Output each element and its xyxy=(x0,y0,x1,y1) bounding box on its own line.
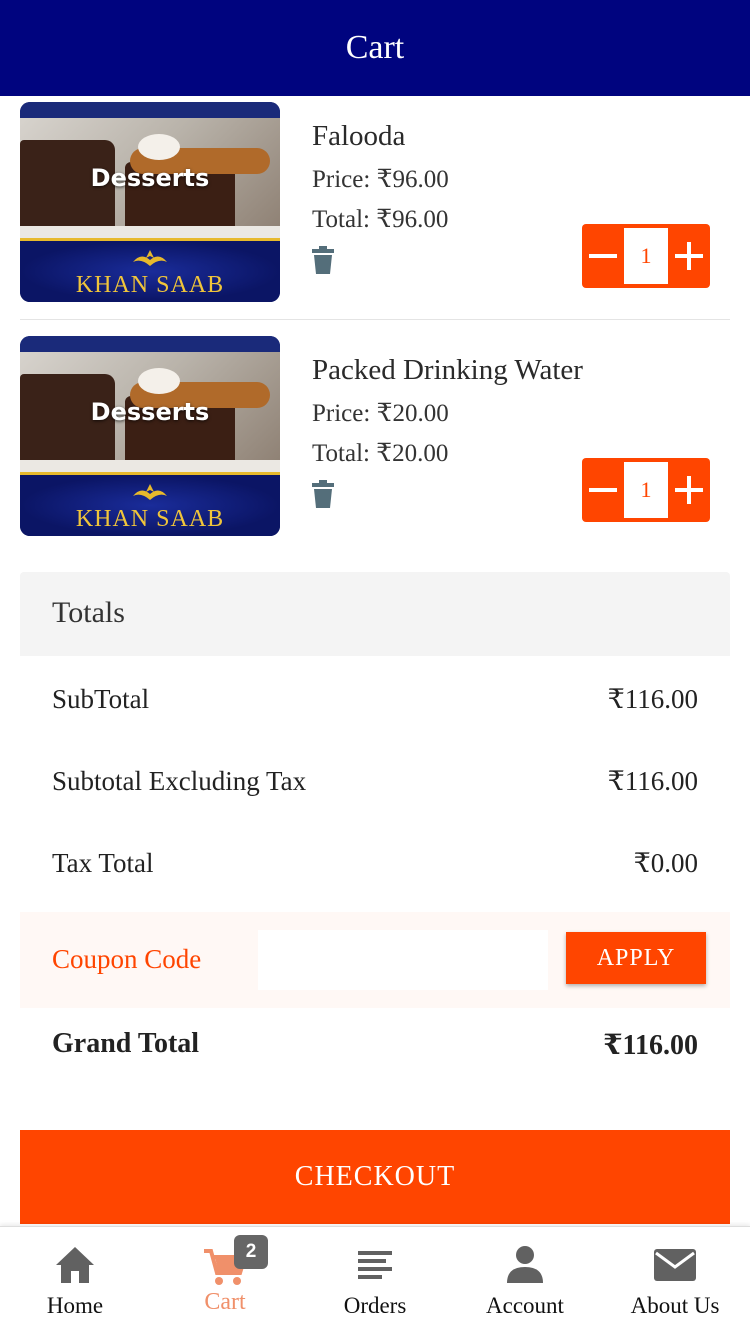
item-price: Price: ₹96.00 xyxy=(312,166,449,193)
trash-icon[interactable] xyxy=(312,246,334,274)
tab-account-label: Account xyxy=(486,1293,564,1318)
totals-header: Totals xyxy=(20,572,730,656)
tab-about-us[interactable]: About Us xyxy=(600,1227,750,1334)
decrease-quantity-button[interactable] xyxy=(582,224,624,288)
grand-total-row: Grand Total ₹116.00 xyxy=(20,1010,730,1092)
subtotal-row: SubTotal ₹116.00 xyxy=(20,666,730,748)
grand-total-label: Grand Total xyxy=(52,1028,200,1059)
plus-icon xyxy=(675,476,703,504)
minus-icon xyxy=(589,254,617,258)
subtotal-label: SubTotal xyxy=(52,684,150,714)
totals-heading: Totals xyxy=(52,596,125,629)
tax-total-row: Tax Total ₹0.00 xyxy=(20,830,730,912)
trash-icon[interactable] xyxy=(312,480,334,508)
plus-icon xyxy=(675,242,703,270)
decrease-quantity-button[interactable] xyxy=(582,458,624,522)
item-name: Falooda xyxy=(312,120,406,152)
brand-logo-text: KHAN SAAB xyxy=(75,506,225,532)
orders-icon xyxy=(358,1251,392,1279)
subtotal-ex-tax-value: ₹116.00 xyxy=(607,766,698,796)
tab-home-label: Home xyxy=(46,1293,104,1318)
app-header: Cart xyxy=(0,0,750,96)
item-total: Total: ₹20.00 xyxy=(312,440,449,467)
product-image: Desserts KHAN SAAB xyxy=(20,102,280,302)
item-divider xyxy=(20,319,730,320)
quantity-value[interactable]: 1 xyxy=(624,228,668,284)
apply-coupon-button[interactable]: APPLY xyxy=(566,932,706,984)
item-price: Price: ₹20.00 xyxy=(312,400,449,427)
item-name: Packed Drinking Water xyxy=(312,354,583,386)
coupon-row: Coupon Code APPLY xyxy=(20,912,730,1008)
crest-icon xyxy=(133,484,167,500)
tab-cart-label: Cart xyxy=(204,1289,246,1315)
brand-logo-text: KHAN SAAB xyxy=(75,272,225,298)
page-title: Cart xyxy=(345,29,405,66)
tax-total-label: Tax Total xyxy=(52,848,154,878)
coupon-code-input[interactable] xyxy=(258,930,548,990)
increase-quantity-button[interactable] xyxy=(668,458,710,522)
image-category-label: Desserts xyxy=(90,398,210,426)
minus-icon xyxy=(589,488,617,492)
tab-orders-label: Orders xyxy=(343,1293,407,1318)
account-icon xyxy=(507,1246,543,1283)
product-image: Desserts KHAN SAAB xyxy=(20,336,280,536)
quantity-stepper: 1 xyxy=(582,458,710,522)
tab-about-us-label: About Us xyxy=(630,1293,720,1318)
subtotal-ex-tax-row: Subtotal Excluding Tax ₹116.00 xyxy=(20,748,730,830)
home-icon xyxy=(56,1247,94,1283)
quantity-value[interactable]: 1 xyxy=(624,462,668,518)
tab-account[interactable]: Account xyxy=(450,1227,600,1334)
tax-total-value: ₹0.00 xyxy=(633,848,698,878)
item-total: Total: ₹96.00 xyxy=(312,206,449,233)
image-category-label: Desserts xyxy=(90,164,210,192)
tab-orders[interactable]: Orders xyxy=(300,1227,450,1334)
grand-total-value: ₹116.00 xyxy=(603,1030,698,1061)
mail-icon xyxy=(654,1249,696,1281)
coupon-label: Coupon Code xyxy=(52,944,202,974)
subtotal-ex-tax-label: Subtotal Excluding Tax xyxy=(52,766,307,796)
tab-home[interactable]: Home xyxy=(0,1227,150,1334)
quantity-stepper: 1 xyxy=(582,224,710,288)
crest-icon xyxy=(133,250,167,266)
cart-item: Desserts KHAN SAAB Packed Drinking Water… xyxy=(20,336,730,536)
cart-count-badge: 2 xyxy=(234,1235,268,1269)
bottom-tab-bar: Home 2 Cart Orders Account About Us xyxy=(0,1226,750,1334)
checkout-button[interactable]: CHECKOUT xyxy=(20,1130,730,1224)
subtotal-value: ₹116.00 xyxy=(607,684,698,714)
cart-item: Desserts KHAN SAAB Falooda Price: ₹96.00… xyxy=(20,102,730,302)
increase-quantity-button[interactable] xyxy=(668,224,710,288)
tab-cart[interactable]: 2 Cart xyxy=(150,1227,300,1334)
